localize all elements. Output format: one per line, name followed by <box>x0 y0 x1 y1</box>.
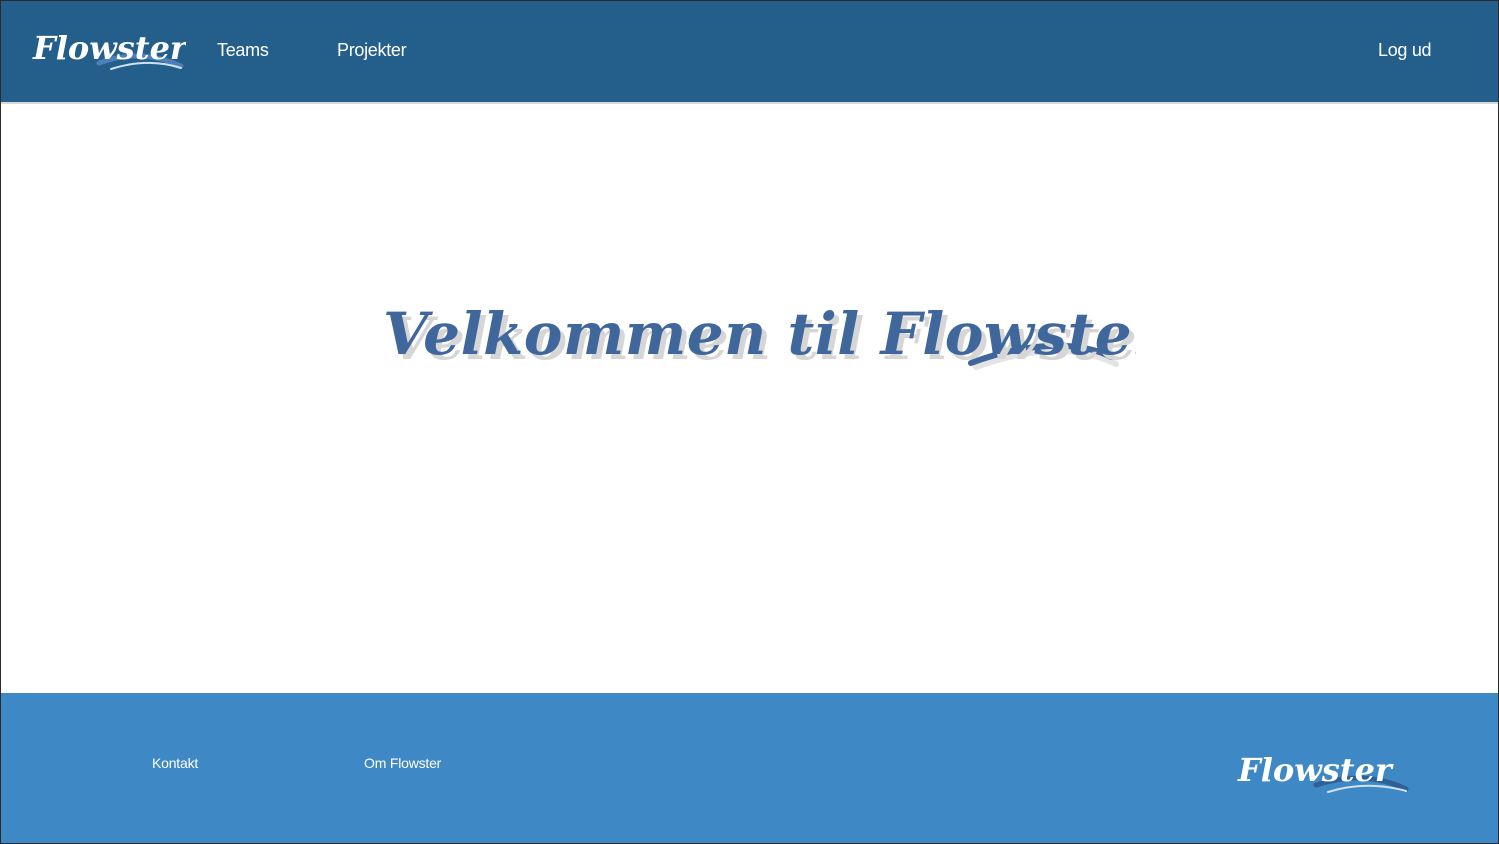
top-navbar: Flowster Teams Projekter Log ud <box>1 1 1498 104</box>
logout-link[interactable]: Log ud <box>1378 39 1432 61</box>
footer: Kontakt Om Flowster Flowster <box>1 693 1498 843</box>
flowster-logo[interactable]: Flowster <box>31 23 186 75</box>
main-content: Velkommen til Flowster Velkommen til Flo… <box>1 104 1498 693</box>
footer-flowster-logo: Flowster <box>1237 751 1409 793</box>
svg-text:Flowster: Flowster <box>1237 751 1394 789</box>
svg-text:Velkommen til Flowster: Velkommen til Flowster <box>383 300 1136 368</box>
svg-text:Flowster: Flowster <box>32 29 186 67</box>
footer-contact-link[interactable]: Kontakt <box>152 754 198 772</box>
welcome-heading: Velkommen til Flowster Velkommen til Flo… <box>383 300 1136 373</box>
footer-about-link[interactable]: Om Flowster <box>364 754 441 772</box>
nav-projects-link[interactable]: Projekter <box>337 39 407 61</box>
nav-teams-link[interactable]: Teams <box>217 39 269 61</box>
app-frame: Flowster Teams Projekter Log ud Velkomme… <box>0 0 1499 844</box>
